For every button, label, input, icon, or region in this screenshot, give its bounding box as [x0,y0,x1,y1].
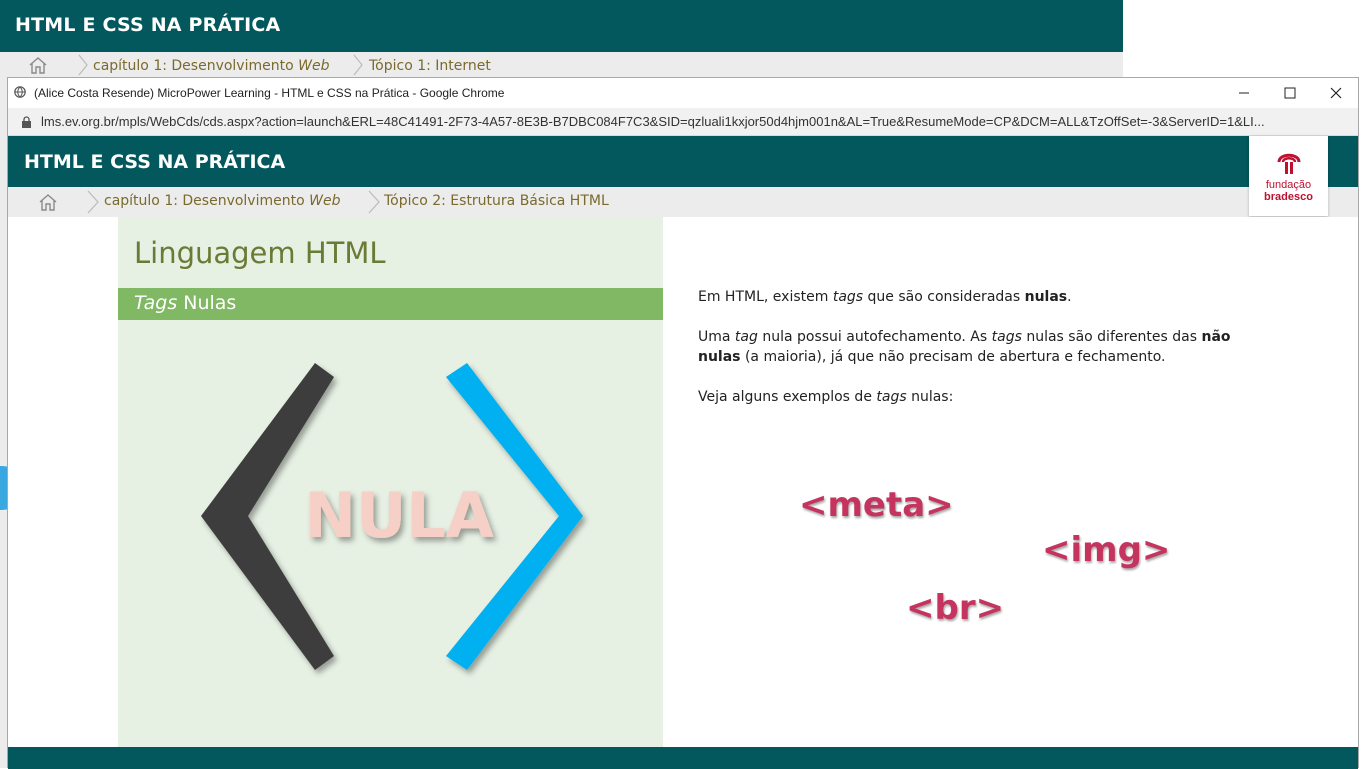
close-button[interactable] [1313,78,1359,108]
breadcrumb-chapter-text: capítulo 1: Desenvolvimento [93,58,299,74]
lesson-subheading-band: Tags Nulas [118,288,663,320]
logo-text-line1: fundação [1265,179,1312,191]
background-breadcrumb-topic[interactable]: Tópico 1: Internet [369,58,491,74]
breadcrumb-chapter-text: capítulo 1: Desenvolvimento [104,193,310,209]
logo-text-line2: bradesco [1264,191,1313,203]
p3-text-a: Veja alguns exemplos de [698,389,877,405]
browser-popup-window: (Alice Costa Resende) MicroPower Learnin… [7,77,1359,769]
p2-text-c: nulas são diferentes das [1021,329,1202,345]
lesson-heading: Linguagem HTML [134,236,386,270]
background-breadcrumb-chapter[interactable]: capítulo 1: Desenvolvimento Web [93,58,329,74]
p1-text-c: . [1067,289,1072,305]
subheading-em: Tags [134,292,178,314]
example-tag-img: <img> [1042,530,1171,570]
window-titlebar[interactable]: (Alice Costa Resende) MicroPower Learnin… [8,78,1358,108]
maximize-button[interactable] [1267,78,1313,108]
chevron-right-icon [368,190,380,214]
lesson-text: Em HTML, existem tags que são considerad… [698,287,1258,427]
subheading-rest: Nulas [177,292,237,314]
lock-icon [22,116,31,128]
example-tag-meta: <meta> [799,485,954,525]
p3-em: tags [876,389,907,405]
p2-text-b: nula possui autofechamento. As [757,329,992,345]
maximize-icon [1284,87,1296,99]
course-title: HTML E CSS NA PRÁTICA [24,151,286,173]
p2-em-2: tags [991,329,1022,345]
lesson-content: Linguagem HTML Tags Nulas NULA Em HTML, … [8,217,1358,747]
lesson-subheading: Tags Nulas [134,292,236,314]
url-text[interactable]: lms.ev.org.br/mpls/WebCds/cds.aspx?actio… [41,114,1265,129]
chevron-right-icon [87,190,99,214]
breadcrumb-chapter[interactable]: capítulo 1: Desenvolvimento Web [104,193,340,209]
p1-em: tags [832,289,864,305]
globe-icon [14,86,26,98]
course-footer-toolbar [8,747,1358,769]
p1-text-a: Em HTML, existem [698,289,833,305]
p2-text-a: Uma [698,329,735,345]
fundacao-bradesco-logo: fundação bradesco [1249,136,1328,216]
example-tag-br: <br> [906,588,1005,628]
home-icon[interactable] [38,193,58,211]
address-bar[interactable]: lms.ev.org.br/mpls/WebCds/cds.aspx?actio… [8,108,1358,136]
minimize-button[interactable] [1221,78,1267,108]
lesson-left-panel: Linguagem HTML Tags Nulas NULA [118,217,663,747]
home-icon[interactable] [28,56,48,74]
paragraph-2: Uma tag nula possui autofechamento. As t… [698,327,1258,367]
breadcrumb-chapter-em: Web [298,58,330,74]
null-tag-illustration: NULA [201,363,583,670]
minimize-icon [1239,92,1249,94]
bradesco-logo-icon [1277,153,1301,174]
chevron-right-icon [78,54,88,76]
course-header: HTML E CSS NA PRÁTICA [8,136,1358,187]
p2-em-1: tag [734,329,758,345]
breadcrumb: capítulo 1: Desenvolvimento Web Tópico 2… [8,187,1358,217]
breadcrumb-chapter-em: Web [309,193,341,209]
nula-text: NULA [304,479,494,552]
close-icon [1330,87,1342,99]
window-title: (Alice Costa Resende) MicroPower Learnin… [34,86,505,100]
breadcrumb-topic[interactable]: Tópico 2: Estrutura Básica HTML [384,193,609,209]
p1-strong: nulas [1024,289,1068,305]
p3-text-b: nulas: [906,389,954,405]
paragraph-3: Veja alguns exemplos de tags nulas: [698,387,1258,407]
p2-text-d: (a maioria), já que não precisam de aber… [740,349,1166,365]
chevron-right-icon [353,54,363,76]
background-header: HTML E CSS NA PRÁTICA [0,0,1123,52]
p1-text-b: que são consideradas [863,289,1025,305]
background-breadcrumb: capítulo 1: Desenvolvimento Web Tópico 1… [0,52,1123,77]
paragraph-1: Em HTML, existem tags que são considerad… [698,287,1258,307]
background-title: HTML E CSS NA PRÁTICA [15,14,281,36]
